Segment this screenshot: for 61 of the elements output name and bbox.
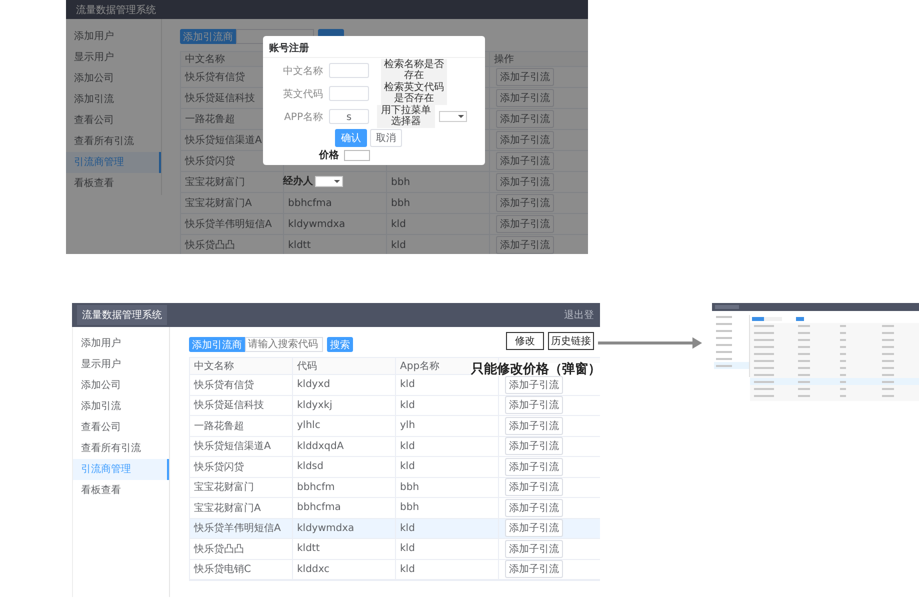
table-cell-text: 宝宝花财富门A: [194, 502, 261, 515]
table-cell-text: 快乐贷闪贷: [185, 154, 235, 168]
modal-title: 账号注册: [263, 36, 485, 58]
table-cell: bbh: [400, 502, 420, 514]
table-cell-text: 宝宝花财富门: [185, 176, 245, 189]
table-cell: kld: [400, 461, 415, 472]
table-cell: kldsd: [297, 461, 324, 472]
table-cell: klddxqdA: [297, 440, 344, 452]
column-header: 操作: [494, 53, 514, 66]
note-label: 用下拉菜单选择器: [377, 105, 435, 128]
price-label: 价格: [319, 148, 339, 162]
table-cell-text: 快乐贷有信贷: [185, 70, 245, 84]
table-cell-text: 快乐贷延信科技: [194, 398, 264, 412]
table-cell-text: 快乐贷羊伟明短信A: [185, 218, 272, 231]
table-cell: ylh: [400, 420, 416, 432]
table-cell: bbh: [400, 482, 420, 493]
handler-label: 经办人: [283, 174, 313, 188]
app-title: 流量数据管理系统: [75, 4, 157, 18]
table-cell: kld: [400, 440, 415, 452]
field-label: 中文名称: [282, 64, 324, 78]
column-header: App名称: [400, 360, 440, 373]
table-cell: kld: [391, 218, 406, 230]
table-cell-text: 快乐贷闪贷: [194, 460, 244, 474]
app-title: 流量数据管理系统: [77, 305, 167, 325]
table-cell: kld: [400, 522, 415, 534]
table-cell: bbhcfma: [297, 502, 341, 514]
table-cell-text: 快乐贷电销C: [194, 562, 251, 576]
table-cell-text: 快乐贷有信贷: [194, 378, 254, 392]
annotation-note: 只能修改价格（弹窗）: [471, 363, 601, 376]
table-cell-text: 宝宝花财富门A: [185, 196, 252, 210]
table-cell-text: 快乐贷凸凸: [194, 542, 244, 556]
column-header: 代码: [297, 360, 317, 373]
table-cell: bbh: [391, 176, 410, 188]
table-cell: kld: [400, 379, 415, 390]
table-cell: klddxc: [297, 564, 330, 575]
table-cell-text: 快乐贷短信渠道A: [194, 440, 271, 454]
table-cell: bbhcfm: [297, 482, 335, 493]
field-label: 英文代码: [282, 88, 324, 100]
table-cell-text: 宝宝花财富门: [194, 480, 254, 494]
table-cell: kldtt: [297, 543, 320, 554]
table-cell-text: 快乐贷凸凸: [185, 238, 235, 252]
table-cell: kldyxkj: [297, 400, 332, 411]
table-cell-text: 一路花鲁超: [194, 420, 244, 433]
table-cell-text: 快乐贷延信科技: [185, 92, 255, 105]
column-header: 中文名称: [194, 360, 234, 373]
table-cell: kld: [400, 400, 415, 411]
table-cell-text: 快乐贷羊伟明短信A: [194, 522, 281, 536]
table-cell: ylhlc: [297, 420, 320, 432]
table-cell: kld: [391, 240, 406, 250]
table-cell: bbh: [391, 198, 410, 208]
table-cell: kldywmdxa: [297, 522, 354, 534]
table-cell: kld: [400, 543, 415, 554]
table-cell: kld: [400, 564, 415, 575]
table-cell: kldtt: [288, 240, 311, 250]
table-cell-text: 一路花鲁超: [185, 112, 235, 126]
column-header: 中文名称: [185, 52, 225, 66]
table-cell: kldywmdxa: [288, 218, 346, 230]
table-cell-text: 快乐贷短信渠道A: [185, 134, 262, 147]
table-cell: kldyxd: [297, 379, 330, 390]
table-cell: bbhcfma: [288, 198, 332, 208]
field-label: APP名称: [283, 110, 324, 124]
